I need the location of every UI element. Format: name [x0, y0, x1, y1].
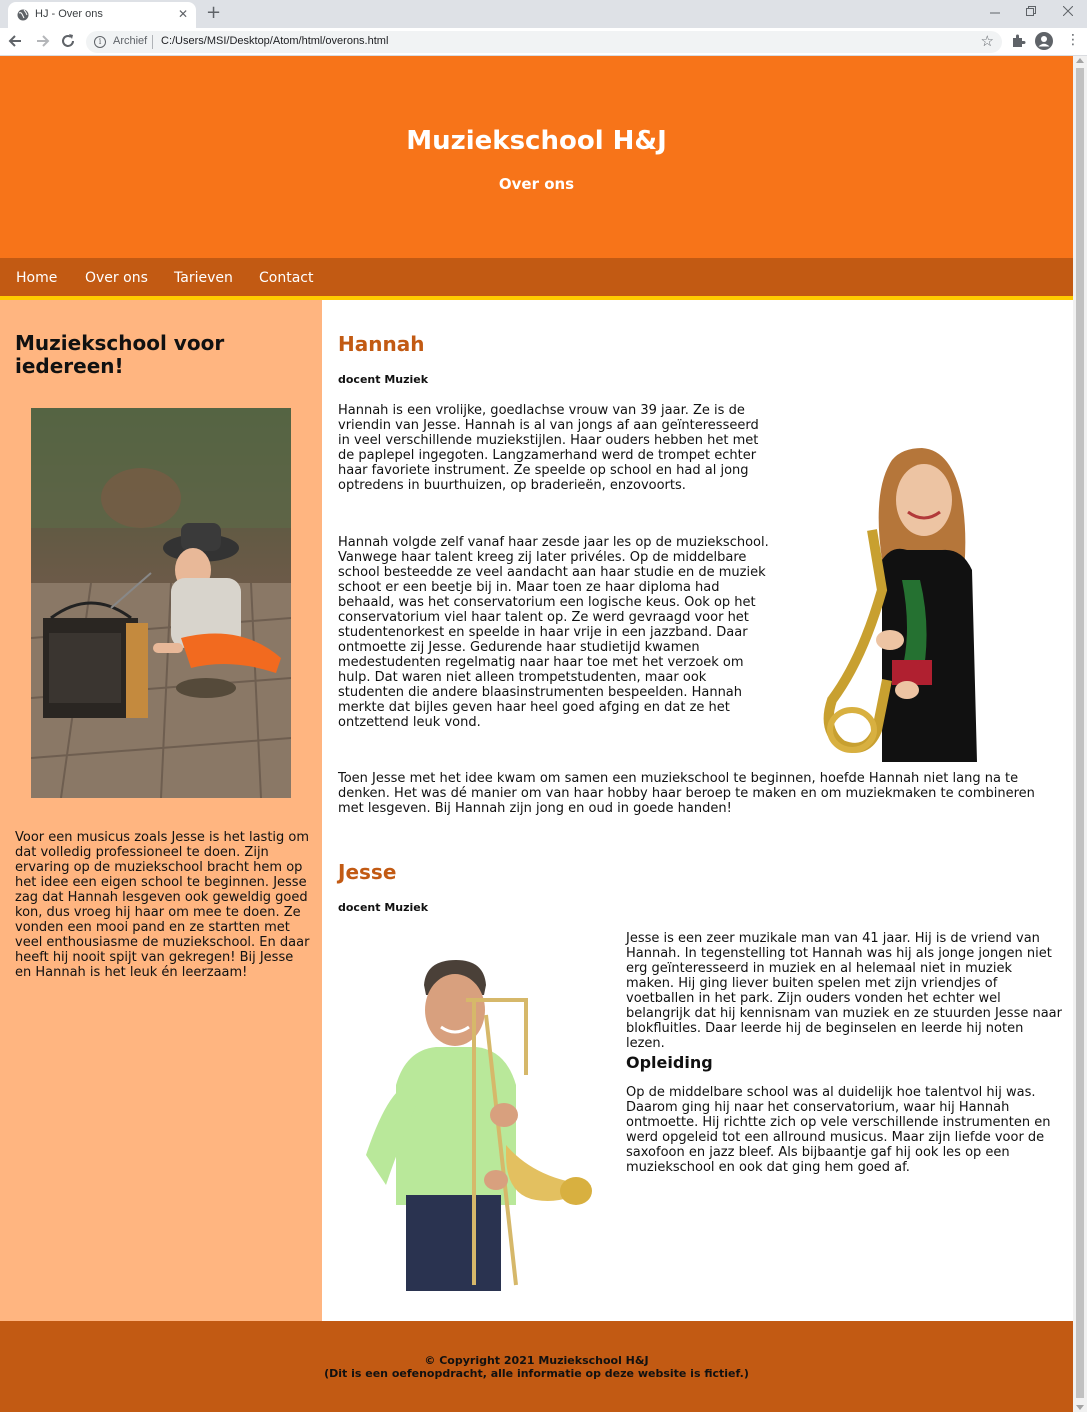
hannah-paragraph-2: Hannah volgde zelf vanaf haar zesde jaar…: [338, 535, 769, 730]
jesse-paragraph-2: Op de middelbare school was al duidelijk…: [626, 1085, 1051, 1175]
hannah-paragraph-3: Toen Jesse met het idee kwam om samen ee…: [338, 771, 1035, 816]
minimize-icon[interactable]: [990, 8, 1000, 18]
browser-toolbar: i Archief C:/Users/MSI/Desktop/Atom/html…: [0, 28, 1087, 56]
copyright-text: © Copyright 2021 Muziekschool H&J: [424, 1354, 649, 1367]
address-bar[interactable]: i Archief C:/Users/MSI/Desktop/Atom/html…: [86, 31, 1002, 53]
info-icon[interactable]: i: [94, 36, 106, 48]
extensions-icon[interactable]: [1010, 33, 1026, 49]
site-header: Muziekschool H&J Over ons: [0, 56, 1073, 258]
scroll-up-icon[interactable]: [1076, 58, 1084, 63]
hannah-heading: Hannah: [338, 332, 425, 356]
page-subtitle: Over ons: [498, 175, 575, 193]
child-radio-photo: [31, 408, 291, 798]
menu-icon[interactable]: ⋮: [1066, 32, 1080, 48]
jesse-heading: Jesse: [338, 860, 397, 884]
forward-icon[interactable]: [32, 31, 52, 51]
scroll-down-icon[interactable]: [1076, 1405, 1084, 1410]
star-icon[interactable]: ☆: [981, 32, 994, 50]
page-viewport: Muziekschool H&J Over ons Home Over ons …: [0, 56, 1073, 1412]
browser-tab[interactable]: HJ - Over ons ✕: [8, 2, 196, 28]
url-text[interactable]: C:/Users/MSI/Desktop/Atom/html/overons.h…: [161, 35, 388, 47]
close-icon[interactable]: ✕: [178, 7, 188, 21]
site-footer: © Copyright 2021 Muziekschool H&J (Dit i…: [0, 1321, 1073, 1412]
main-content: Hannah docent Muziek Hannah is een vroli…: [322, 300, 1073, 1321]
nav-home[interactable]: Home: [16, 270, 57, 286]
restore-icon[interactable]: [1026, 6, 1037, 17]
profile-icon[interactable]: [1035, 32, 1053, 50]
jesse-subheading: Opleiding: [626, 1053, 713, 1072]
plus-icon[interactable]: +: [206, 3, 221, 23]
hannah-paragraph-1: Hannah is een vrolijke, goedlachse vrouw…: [338, 403, 759, 493]
sidebar-title: Muziekschool voor iedereen!: [15, 331, 225, 378]
archive-badge: Archief: [113, 35, 148, 47]
nav-over-ons[interactable]: Over ons: [85, 270, 148, 286]
jesse-paragraph-1: Jesse is een zeer muzikale man van 41 ja…: [626, 931, 1062, 1051]
sidebar: Muziekschool voor iedereen! Voor een mus…: [0, 300, 322, 1321]
hannah-saxophone-photo: [812, 440, 1018, 762]
main-nav: Home Over ons Tarieven Contact: [0, 258, 1073, 298]
globe-icon: [17, 9, 29, 21]
jesse-trombone-photo: [366, 955, 592, 1291]
back-icon[interactable]: [6, 31, 26, 51]
nav-tarieven[interactable]: Tarieven: [174, 270, 233, 286]
reload-icon[interactable]: [58, 31, 78, 51]
close-window-icon[interactable]: [1063, 6, 1073, 16]
tab-strip: HJ - Over ons ✕ +: [0, 0, 1087, 28]
divider: [152, 35, 153, 49]
hannah-role: docent Muziek: [338, 373, 429, 386]
disclaimer-text: (Dit is een oefenopdracht, alle informat…: [324, 1367, 749, 1380]
site-title: Muziekschool H&J: [406, 126, 667, 156]
sidebar-text: Voor een musicus zoals Jesse is het last…: [15, 830, 310, 980]
nav-contact[interactable]: Contact: [259, 270, 313, 286]
vertical-scrollbar[interactable]: [1073, 56, 1087, 1412]
scroll-thumb[interactable]: [1076, 68, 1084, 1398]
tab-title: HJ - Over ons: [35, 8, 103, 20]
jesse-role: docent Muziek: [338, 901, 429, 914]
